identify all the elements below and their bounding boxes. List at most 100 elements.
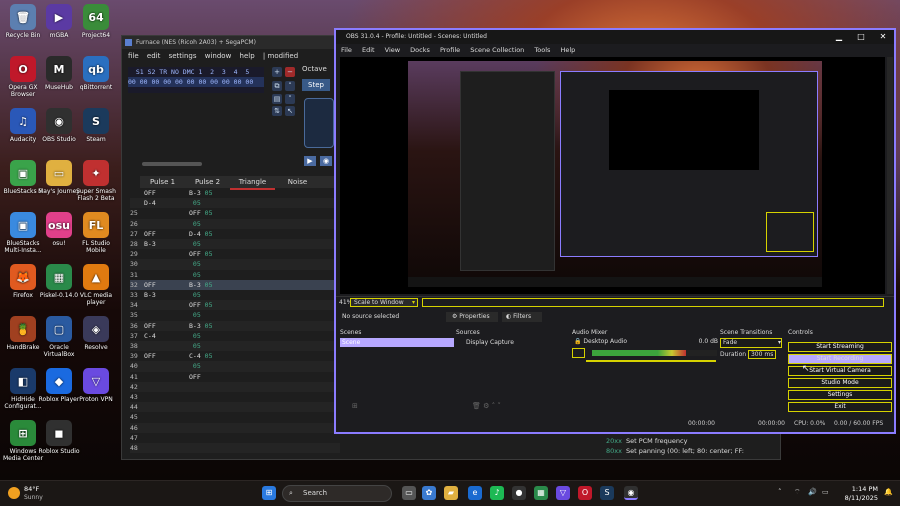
pulse2-cell[interactable]: B-3 05 <box>187 321 232 331</box>
close-button[interactable]: ✕ <box>872 30 894 44</box>
pattern-row[interactable]: 35 05 <box>130 310 340 320</box>
pulse1-cell[interactable]: OFF <box>142 188 187 198</box>
pulse2-cell[interactable]: 05 <box>187 361 232 371</box>
pattern-row[interactable]: 32 OFF B-3 05 <box>130 279 340 290</box>
source-item[interactable]: Display Capture <box>456 338 568 347</box>
desktop-icon[interactable]: 64 Project64 <box>73 4 119 39</box>
clock-date[interactable]: 8/11/2025 <box>836 494 878 502</box>
pattern-row[interactable]: 44 <box>130 402 340 413</box>
stop-icon[interactable]: ◉ <box>320 156 332 166</box>
pulse2-cell[interactable]: C-4 05 <box>187 351 232 361</box>
pattern-row[interactable]: D-4 05 <box>130 198 340 209</box>
instrument-panel[interactable] <box>304 98 334 148</box>
desktop-icon[interactable]: qb qBittorrent <box>73 56 119 91</box>
pulse2-cell[interactable]: 05 <box>187 310 232 320</box>
windows-start-icon[interactable]: ⊞ <box>262 486 276 500</box>
pattern-row[interactable]: 37 C-4 05 <box>130 331 340 341</box>
pattern-row[interactable]: 36 OFF B-3 05 <box>130 320 340 331</box>
filter-icon[interactable]: ⊞ <box>352 402 358 410</box>
pulse2-cell[interactable]: 05 <box>187 198 232 208</box>
pattern-row[interactable]: 33 B-3 05 <box>130 290 340 300</box>
menu-window[interactable]: window <box>205 52 232 60</box>
menu-profile[interactable]: Profile <box>440 46 460 54</box>
menu-tools[interactable]: Tools <box>534 46 550 54</box>
copilot-icon[interactable]: ✿ <box>422 486 436 500</box>
change-mode-icon[interactable]: ⇅ <box>272 106 282 116</box>
desktop-icon[interactable]: ▲ VLC media player <box>73 264 119 306</box>
clone-order-icon[interactable]: ▤ <box>272 94 282 104</box>
pattern-row[interactable]: 47 <box>130 433 340 443</box>
pattern-row[interactable]: 38 05 <box>130 341 340 352</box>
start-streaming-button[interactable]: Start Streaming <box>788 342 892 352</box>
clock-time[interactable]: 1:14 PM <box>838 485 878 493</box>
desktop-icon[interactable]: ◈ Resolve <box>73 316 119 351</box>
pattern-row[interactable]: 25 OFF 05 <box>130 208 340 218</box>
weather-icon[interactable] <box>8 487 20 499</box>
exit-button[interactable]: Exit <box>788 402 892 412</box>
pattern-row[interactable]: 26 05 <box>130 218 340 229</box>
volume-slider[interactable] <box>586 360 716 362</box>
orders-grid[interactable]: S1 S2 TR NO DMC 1 2 3 4 5 00 00 00 00 00… <box>128 67 264 93</box>
studio-mode-button[interactable]: Studio Mode <box>788 378 892 388</box>
edge-icon[interactable]: e <box>468 486 482 500</box>
pattern-row[interactable]: 30 05 <box>130 259 340 270</box>
menu-docks[interactable]: Docks <box>410 46 430 54</box>
preview-canvas[interactable] <box>340 57 893 294</box>
hidden-icons-chevron-icon[interactable]: ˄ <box>778 488 782 496</box>
menu-help[interactable]: Help <box>560 46 575 54</box>
orders-row[interactable]: 00 00 00 00 00 00 00 00 00 00 00 <box>128 77 264 87</box>
pattern-row[interactable]: 39 OFF C-4 05 <box>130 351 340 361</box>
pulse2-cell[interactable]: B-3 05 <box>187 188 232 198</box>
pulse1-cell[interactable]: C-4 <box>142 331 187 341</box>
menu-view[interactable]: View <box>385 46 400 54</box>
opera-gx-taskbar-icon[interactable]: O <box>578 486 592 500</box>
pulse1-cell[interactable]: OFF <box>142 229 187 239</box>
pulse1-cell[interactable]: OFF <box>142 321 187 331</box>
obs-taskbar-icon[interactable]: ◉ <box>624 486 638 500</box>
source-actions[interactable]: 🗑 ⚙ ˄ ˅ <box>472 402 501 410</box>
pattern-row[interactable]: 31 05 <box>130 270 340 280</box>
horizontal-scrollbar[interactable] <box>142 162 202 166</box>
network-icon[interactable]: ⌔ <box>794 488 801 497</box>
pattern-row[interactable]: 46 <box>130 422 340 433</box>
pulse2-cell[interactable]: B-3 05 <box>187 280 232 290</box>
start-recording-button[interactable]: Start Recording <box>788 354 892 364</box>
scale-mode-dropdown[interactable]: Scale to Window ▾ <box>350 298 418 307</box>
pulse2-cell[interactable]: 05 <box>187 259 232 269</box>
preview-scrollbar[interactable] <box>887 57 893 294</box>
transition-dropdown[interactable]: Fade ▾ <box>720 338 782 348</box>
pulse2-cell[interactable]: OFF 05 <box>187 208 232 218</box>
menu-file[interactable]: File <box>341 46 352 54</box>
maximize-button[interactable]: □ <box>850 30 872 44</box>
desktop-icon[interactable]: ✦ Super Smash Flash 2 Beta <box>73 160 119 202</box>
pattern-row[interactable]: 43 <box>130 392 340 402</box>
pattern-row[interactable]: 28 B-3 05 <box>130 239 340 250</box>
pattern-editor[interactable]: OFF B-3 05 D-4 05 25 OFF 05 26 05 27 OFF D-4 05 2… <box>130 176 340 456</box>
move-down-icon[interactable]: ˅ <box>285 94 295 104</box>
menu-help[interactable]: help <box>240 52 255 60</box>
pattern-row[interactable]: 40 05 <box>130 361 340 372</box>
pulse1-cell[interactable]: D-4 <box>142 198 187 208</box>
desktop-icon[interactable]: S Steam <box>73 108 119 143</box>
menu-edit[interactable]: Edit <box>362 46 375 54</box>
pulse2-cell[interactable]: 05 <box>187 270 232 280</box>
pattern-row[interactable]: 48 <box>130 443 340 454</box>
pattern-row[interactable]: 42 <box>130 381 340 392</box>
desktop-icon[interactable]: FL FL Studio Mobile <box>73 212 119 254</box>
notification-bell-icon[interactable]: 🔔 <box>884 488 893 496</box>
duration-spinbox[interactable]: 300 ms <box>747 350 777 359</box>
weather-temp[interactable]: 84°F <box>24 485 39 493</box>
settings-button[interactable]: Settings <box>788 390 892 400</box>
play-icon[interactable]: ▶ <box>304 156 316 166</box>
desktop-icon[interactable]: ◼ Roblox Studio <box>36 420 82 455</box>
volume-icon[interactable]: 🔊 <box>808 488 817 496</box>
cursor-icon[interactable]: ↖ <box>285 106 295 116</box>
pulse1-cell[interactable]: B-3 <box>142 239 187 249</box>
pulse1-cell[interactable]: OFF <box>142 351 187 361</box>
menu-scene-collection[interactable]: Scene Collection <box>470 46 524 54</box>
menu-edit[interactable]: edit <box>147 52 160 60</box>
file-explorer-icon[interactable]: ▰ <box>444 486 458 500</box>
battery-icon[interactable]: ▭ <box>822 488 829 496</box>
pulse2-cell[interactable]: OFF 05 <box>187 300 232 310</box>
pulse2-cell[interactable]: OFF <box>187 372 232 382</box>
